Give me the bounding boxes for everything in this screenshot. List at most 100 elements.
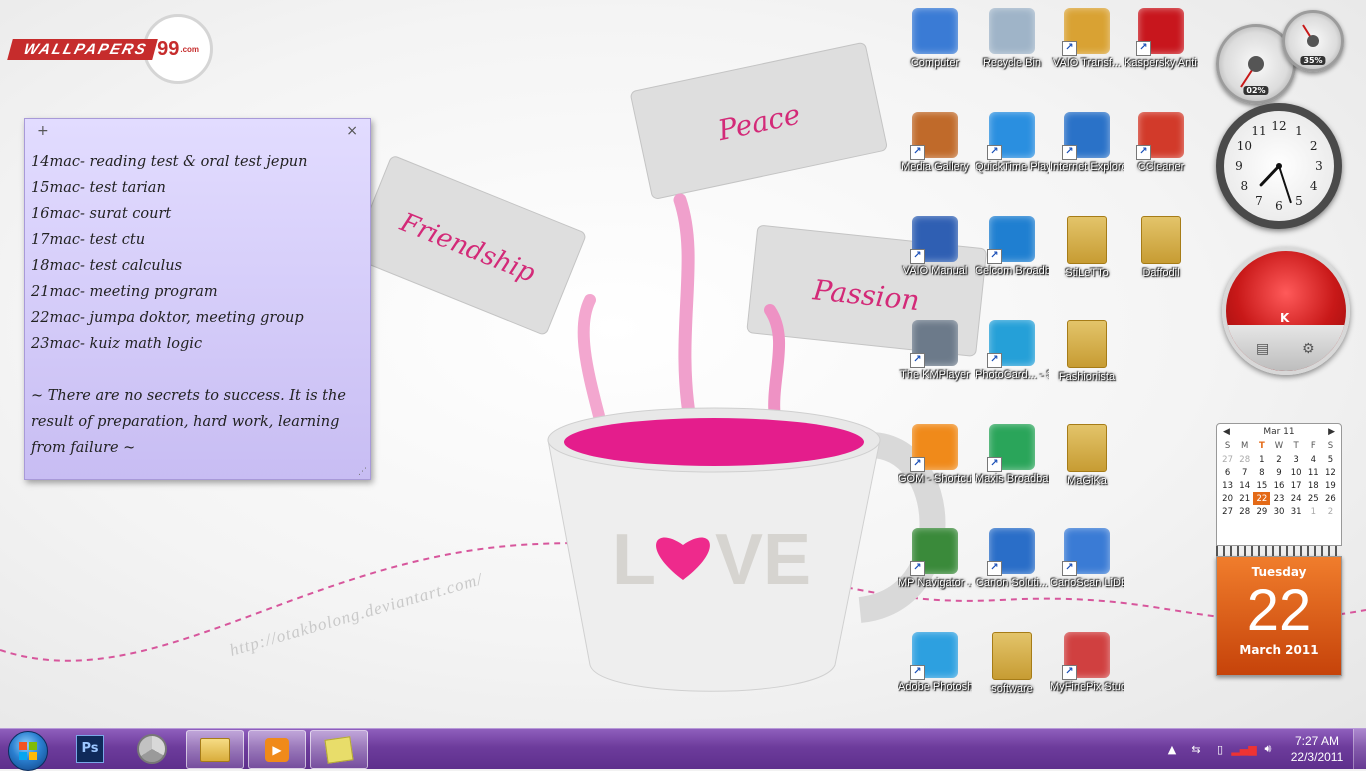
volume-icon[interactable]: 🔊︎ [1260, 741, 1276, 757]
desktop-icon-label: MaGiKa [1067, 475, 1107, 487]
network-signal-icon[interactable]: ▂▄▆ [1231, 741, 1256, 757]
notification-area: ▲ ⇆ ▯ ▂▄▆ 🔊︎ [1160, 729, 1280, 769]
desktop-icon[interactable]: ↗MyFinePix Studio 1.0 [1050, 632, 1124, 695]
show-hidden-icons-button[interactable]: ▲ [1164, 741, 1180, 757]
system-clock[interactable]: 7:27 AM 22/3/2011 [1284, 733, 1350, 765]
sync-icon[interactable]: ⇆ [1188, 741, 1204, 757]
desktop-icon[interactable]: software [975, 632, 1049, 697]
calendar-day[interactable]: 18 [1305, 479, 1322, 492]
new-note-button[interactable]: + [37, 123, 49, 139]
desktop-icon[interactable]: ↗Celcom Broadba... [975, 216, 1049, 279]
desktop-icon-label: CanoScan LiDE 100... [1050, 577, 1124, 589]
calendar-day[interactable]: 4 [1305, 453, 1322, 466]
calendar-day[interactable]: 3 [1288, 453, 1305, 466]
calendar-gadget[interactable]: ◀ Mar 11 ▶ SMTWTFS 27 28 1 2 3 4 5 6 7 8 9 10 11 12 13… [1216, 423, 1342, 676]
calendar-day[interactable]: 2 [1270, 453, 1287, 466]
calendar-day[interactable]: 11 [1305, 466, 1322, 479]
next-month-button[interactable]: ▶ [1328, 427, 1335, 437]
calendar-day[interactable]: 24 [1288, 492, 1305, 505]
sticky-note[interactable]: + × 14mac- reading test & oral test jepu… [24, 118, 371, 480]
calendar-day[interactable]: 31 [1288, 505, 1305, 518]
desktop-icon[interactable]: ↗PhotoCard... - Shortcut [975, 320, 1049, 383]
close-note-button[interactable]: × [346, 123, 358, 139]
calendar-day[interactable]: 28 [1236, 453, 1253, 466]
calendar-day[interactable]: 26 [1322, 492, 1339, 505]
calendar-day[interactable]: 1 [1305, 505, 1322, 518]
photocard-icon: ↗ [987, 320, 1035, 368]
calendar-day[interactable]: 21 [1236, 492, 1253, 505]
desktop-icon[interactable]: ↗ CCleaner [1124, 112, 1198, 175]
desktop-icon[interactable]: ↗ GOM - Shortcut [898, 424, 972, 487]
desktop-icon[interactable]: ↗ MP Navigator ... [898, 528, 972, 591]
chrome-taskbar-button[interactable] [124, 730, 180, 767]
desktop-icon[interactable]: Fashionista [1050, 320, 1124, 385]
weekday-header: T [1258, 441, 1265, 451]
desktop-icon[interactable]: StiLeTTo [1050, 216, 1124, 281]
calendar-day[interactable]: 5 [1322, 453, 1339, 466]
calendar-day[interactable]: 8 [1253, 466, 1270, 479]
desktop-icon[interactable]: ↗ Internet Explorer [1050, 112, 1124, 175]
desktop-icon[interactable]: ↗ VAIO Transf... [1050, 8, 1124, 71]
calendar-day[interactable]: 14 [1236, 479, 1253, 492]
desktop-icon[interactable]: ↗ The KMPlayer [898, 320, 972, 383]
calendar-day[interactable]: 2 [1322, 505, 1339, 518]
calendar-day[interactable]: 27 [1219, 505, 1236, 518]
calendar-day[interactable]: 25 [1305, 492, 1322, 505]
calendar-day[interactable]: 19 [1322, 479, 1339, 492]
calendar-day[interactable]: 7 [1236, 466, 1253, 479]
weekday-header: M [1241, 441, 1249, 451]
calendar-day[interactable]: 1 [1253, 453, 1270, 466]
calendar-day[interactable]: 10 [1288, 466, 1305, 479]
calendar-day[interactable]: 20 [1219, 492, 1236, 505]
clock-gadget[interactable]: 12 1 2 3 4 5 6 7 8 9 10 11 [1216, 103, 1342, 229]
sticky-note-titlebar[interactable]: + × [25, 119, 370, 145]
media-gallery-icon: ↗ [910, 112, 958, 160]
desktop-icon[interactable]: Daffodil [1124, 216, 1198, 281]
battery-icon[interactable]: ▯ [1212, 741, 1228, 757]
calendar-day[interactable]: 17 [1288, 479, 1305, 492]
show-desktop-button[interactable] [1353, 729, 1366, 769]
computer-icon [912, 8, 958, 54]
cup-text-left: L [612, 520, 656, 600]
desktop-icon[interactable]: MaGiKa [1050, 424, 1124, 489]
calendar-day[interactable]: 30 [1270, 505, 1287, 518]
desktop-icon[interactable]: ↗CanoScan LiDE 100... [1050, 528, 1124, 591]
shortcut-arrow-icon: ↗ [910, 145, 925, 160]
shortcut-arrow-icon: ↗ [910, 665, 925, 680]
desktop-icon[interactable]: Recycle Bin [975, 8, 1049, 71]
clock-face: 12 1 2 3 4 5 6 7 8 9 10 11 [1224, 111, 1334, 221]
desktop-icon[interactable]: ↗QuickTime Player [975, 112, 1049, 175]
reports-icon[interactable]: ▤ [1256, 341, 1269, 357]
kaspersky-gadget[interactable]: K ▤ ⚙ [1222, 247, 1350, 375]
calendar-day[interactable]: 22 [1253, 492, 1271, 505]
calendar-day[interactable]: 23 [1270, 492, 1287, 505]
calendar-day[interactable]: 29 [1253, 505, 1270, 518]
calendar-day[interactable]: 27 [1219, 453, 1236, 466]
desktop-icon[interactable]: ↗ Canon Soluti... [975, 528, 1049, 591]
media-player-taskbar-button[interactable]: ▶ [248, 730, 306, 769]
desktop-icon-label: Canon Soluti... [975, 577, 1049, 589]
prev-month-button[interactable]: ◀ [1223, 427, 1230, 437]
desktop-icon[interactable]: ↗ Media Gallery [898, 112, 972, 175]
media-player-icon: ▶ [265, 737, 289, 762]
resize-grip-icon[interactable]: ⋰ [358, 467, 367, 477]
calendar-day[interactable]: 28 [1236, 505, 1253, 518]
desktop-icon[interactable]: Computer [898, 8, 972, 71]
shortcut-arrow-icon: ↗ [910, 353, 925, 368]
sticky-note-text[interactable]: 14mac- reading test & oral test jepun 15… [25, 145, 370, 465]
settings-gear-icon[interactable]: ⚙ [1302, 341, 1315, 357]
calendar-day[interactable]: 13 [1219, 479, 1236, 492]
explorer-taskbar-button[interactable] [186, 730, 244, 769]
calendar-day[interactable]: 6 [1219, 466, 1236, 479]
desktop-icon[interactable]: ↗Adobe Photosho... [898, 632, 972, 695]
desktop-icon[interactable]: ↗Kaspersky Anti-Vir... [1124, 8, 1198, 71]
desktop-icon[interactable]: ↗Maxis Broadband [975, 424, 1049, 487]
start-button[interactable] [8, 731, 48, 771]
photoshop-taskbar-button[interactable]: Ps [62, 730, 118, 767]
calendar-day[interactable]: 12 [1322, 466, 1339, 479]
sticky-notes-taskbar-button[interactable] [310, 730, 368, 769]
desktop-icon[interactable]: ↗ VAIO Manual [898, 216, 972, 279]
calendar-day[interactable]: 9 [1270, 466, 1287, 479]
calendar-day[interactable]: 16 [1270, 479, 1287, 492]
calendar-day[interactable]: 15 [1253, 479, 1270, 492]
